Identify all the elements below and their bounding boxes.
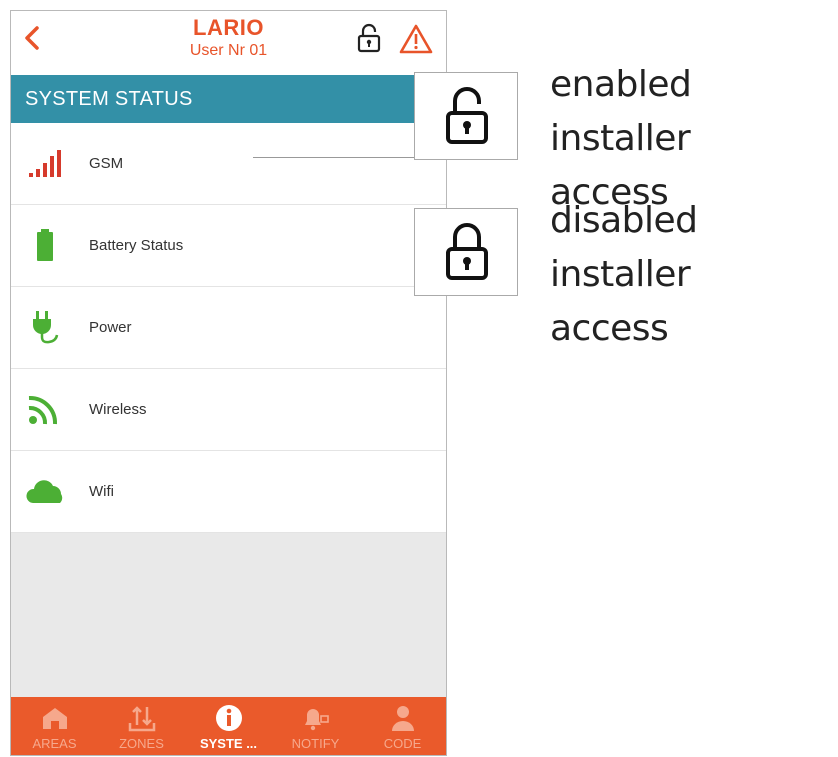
app-header: LARIO User Nr 01: [11, 11, 446, 65]
lock-open-icon: [446, 87, 488, 144]
tab-label: NOTIFY: [291, 736, 340, 751]
callout-disabled-text: disabled installer access: [550, 194, 838, 356]
wireless-icon: [25, 393, 69, 427]
status-item-battery[interactable]: Battery Status: [11, 205, 446, 287]
info-icon: [214, 703, 244, 733]
status-item-wireless[interactable]: Wireless: [11, 369, 446, 451]
callout-connector-line: [253, 157, 415, 158]
status-item-label: Power: [89, 319, 132, 336]
tab-notify[interactable]: NOTIFY: [272, 697, 359, 755]
bottom-tab-bar: AREAS ZONES SYSTE ... NOTIFY CODE: [11, 697, 446, 755]
status-item-gsm[interactable]: GSM: [11, 123, 446, 205]
callout-open-lock: [414, 72, 518, 160]
signal-bars-icon: [25, 147, 69, 181]
lock-closed-icon: [446, 223, 488, 280]
status-list: GSM Battery Status Power Wireless Wifi: [11, 123, 446, 533]
tab-label: SYSTE ...: [199, 736, 258, 751]
tab-zones[interactable]: ZONES: [98, 697, 185, 755]
phone-screen: LARIO User Nr 01 SYSTEM STATUS GSM Batte…: [10, 10, 447, 756]
cloud-icon: [25, 475, 69, 509]
callout-closed-lock: [414, 208, 518, 296]
callout-line: access: [550, 308, 669, 349]
warning-icon: [399, 24, 433, 54]
callout-line: disabled installer: [550, 200, 698, 295]
zones-icon: [127, 703, 157, 733]
tab-code[interactable]: CODE: [359, 697, 446, 755]
status-item-wifi[interactable]: Wifi: [11, 451, 446, 533]
tab-areas[interactable]: AREAS: [11, 697, 98, 755]
user-icon: [388, 703, 418, 733]
plug-icon: [25, 311, 69, 345]
status-item-label: Wifi: [89, 483, 114, 500]
empty-content-area: [11, 533, 446, 709]
callout-line: enabled installer: [550, 64, 692, 159]
alert-button[interactable]: [399, 24, 433, 54]
tab-label: ZONES: [119, 736, 164, 751]
notify-icon: [301, 703, 331, 733]
section-title: SYSTEM STATUS: [11, 75, 446, 123]
home-icon: [40, 703, 70, 733]
tab-system[interactable]: SYSTE ...: [185, 697, 272, 755]
battery-icon: [25, 229, 69, 263]
status-item-label: Wireless: [89, 401, 147, 418]
tab-label: CODE: [383, 736, 422, 751]
status-item-label: GSM: [89, 155, 124, 172]
status-item-power[interactable]: Power: [11, 287, 446, 369]
tab-label: AREAS: [32, 736, 77, 751]
lock-open-icon: [357, 23, 381, 53]
status-item-label: Battery Status: [89, 237, 184, 254]
installer-lock-button[interactable]: [357, 23, 381, 53]
